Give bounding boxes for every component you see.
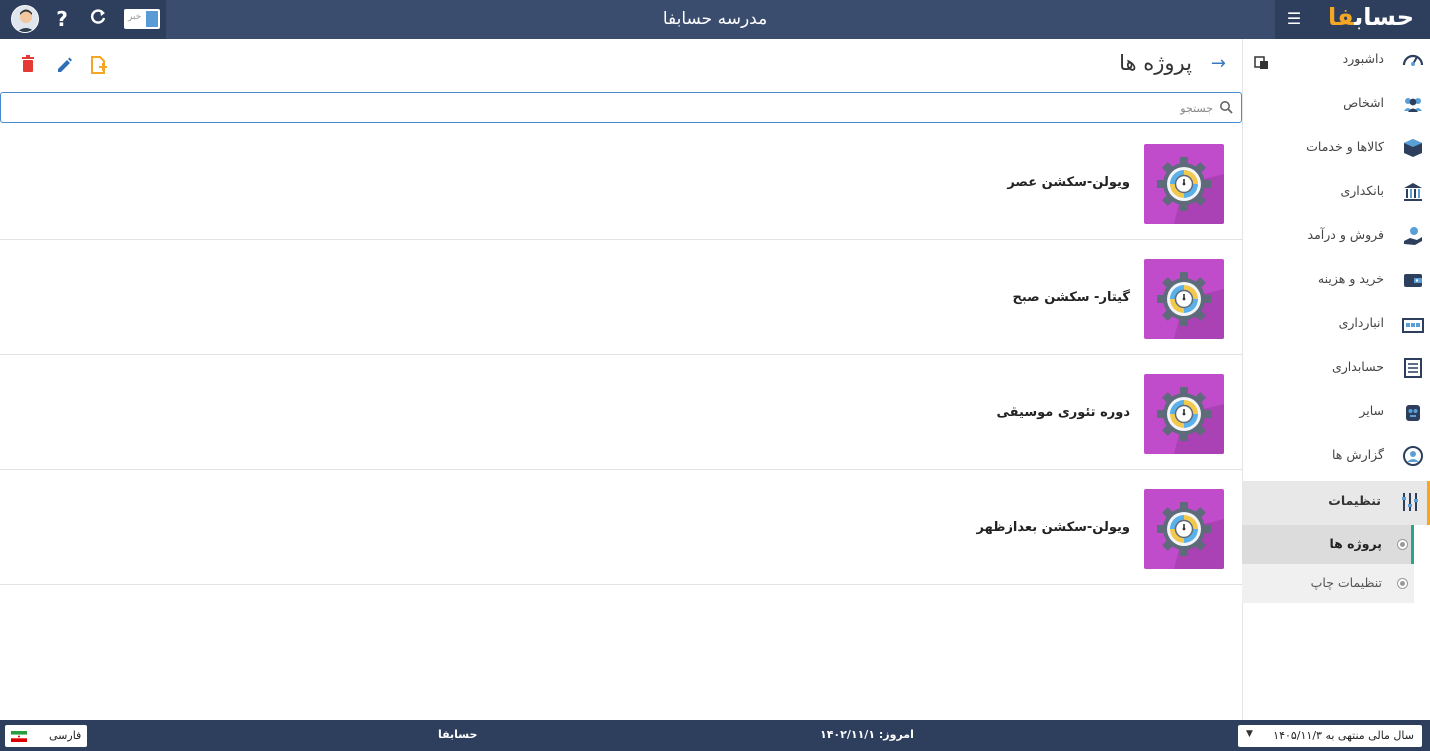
page-header: → پروژه ها: [0, 39, 1242, 91]
delete-icon[interactable]: [20, 55, 38, 75]
language-selector[interactable]: فارسی: [5, 725, 87, 747]
edit-icon[interactable]: [56, 55, 74, 75]
box-icon: [1400, 137, 1424, 161]
sidebar-item-label: گزارش ها: [1332, 447, 1384, 462]
submenu-item-projects[interactable]: پروژه ها: [1242, 525, 1414, 564]
project-gear-icon: [1144, 489, 1224, 569]
add-document-icon[interactable]: [90, 55, 108, 75]
sidebar-item-accounting[interactable]: حسابداری: [1242, 347, 1430, 391]
project-gear-icon: [1144, 144, 1224, 224]
sidebar-item-other[interactable]: سایر: [1242, 391, 1430, 435]
project-name: دوره تئوری موسیقی: [996, 405, 1131, 420]
sidebar-item-dashboard[interactable]: داشبورد: [1242, 39, 1430, 83]
list-item[interactable]: دوره تئوری موسیقی: [0, 355, 1242, 470]
sidebar-item-purchases-expenses[interactable]: خرید و هزینه: [1242, 259, 1430, 303]
sales-icon: [1400, 225, 1424, 249]
project-name: ویولن-سکشن عصر: [1007, 175, 1130, 190]
page-title: پروژه ها: [1119, 51, 1192, 75]
sidebar-item-label: داشبورد: [1342, 51, 1384, 66]
project-gear-icon: [1144, 374, 1224, 454]
project-name: ویولن-سکشن بعدازظهر: [976, 520, 1130, 535]
list-item[interactable]: ویولن-سکشن عصر: [0, 125, 1242, 240]
sidebar-item-label: بانکداری: [1340, 183, 1384, 198]
sidebar-item-label: خرید و هزینه: [1317, 271, 1384, 286]
app-logo[interactable]: حسابفا: [1328, 3, 1414, 31]
sidebar-item-settings[interactable]: تنظیمات: [1242, 481, 1430, 525]
sidebar-item-warehouse[interactable]: انبارداری: [1242, 303, 1430, 347]
sidebar-item-label: تنظیمات: [1328, 493, 1381, 508]
sidebar-item-reports[interactable]: گزارش ها: [1242, 435, 1430, 479]
submenu-item-print-settings[interactable]: تنظیمات چاپ: [1242, 564, 1414, 603]
report-icon: [1400, 445, 1424, 469]
bullet-icon: [1398, 540, 1407, 549]
today-date: امروز: ۱۴۰۲/۱۱/۱: [820, 728, 914, 741]
logo-accent: فا: [1327, 3, 1355, 31]
sidebar-item-label: کالاها و خدمات: [1306, 139, 1384, 154]
project-name: گیتار- سکشن صبح: [1012, 290, 1131, 305]
sidebar-item-banking[interactable]: بانکداری: [1242, 171, 1430, 215]
sidebar-item-label: انبارداری: [1338, 315, 1384, 330]
list-item[interactable]: ویولن-سکشن بعدازظهر: [0, 470, 1242, 585]
settings-submenu: پروژه ها تنظیمات چاپ: [1242, 525, 1414, 603]
bullet-icon: [1398, 579, 1407, 588]
language-label: فارسی: [49, 729, 82, 742]
submenu-item-label: تنظیمات چاپ: [1310, 575, 1382, 590]
dashboard-icon: [1400, 49, 1424, 73]
search-input[interactable]: [33, 98, 1213, 118]
logo-text: حساب: [1354, 3, 1414, 31]
sidebar-item-people[interactable]: اشخاص: [1242, 83, 1430, 127]
chevron-down-icon: ▼: [1246, 729, 1253, 739]
sidebar-item-sales-income[interactable]: فروش و درآمد: [1242, 215, 1430, 259]
sidebar-item-label: سایر: [1359, 403, 1384, 418]
warehouse-icon: [1400, 313, 1424, 337]
sidebar-item-products-services[interactable]: کالاها و خدمات: [1242, 127, 1430, 171]
list-item[interactable]: گیتار- سکشن صبح: [0, 240, 1242, 355]
top-bar: ? خبر مدرسه حسابفا حسابفا ☰: [0, 0, 1430, 39]
settings-sliders-icon: [1397, 491, 1421, 515]
iran-flag-icon: [11, 731, 27, 742]
people-icon: [1400, 93, 1424, 117]
company-title: مدرسه حسابفا: [662, 9, 768, 29]
submenu-item-label: پروژه ها: [1329, 536, 1382, 551]
bank-icon: [1400, 181, 1424, 205]
ledger-icon: [1400, 357, 1424, 381]
menu-toggle-icon[interactable]: ☰: [1285, 9, 1303, 29]
logo-area: حسابفا ☰: [1275, 0, 1430, 39]
search-icon: [1220, 101, 1233, 114]
fiscal-year-select[interactable]: سال مالی منتهی به ۱۴۰۵/۱۱/۳ ▼: [1238, 725, 1422, 747]
status-bar: فارسی حسابفا امروز: ۱۴۰۲/۱۱/۱ سال مالی م…: [0, 720, 1430, 751]
brand-link[interactable]: حسابفا: [438, 728, 477, 741]
fiscal-year-value: سال مالی منتهی به ۱۴۰۵/۱۱/۳: [1273, 729, 1414, 742]
wallet-icon: [1400, 269, 1424, 293]
sidebar: داشبورد اشخاص کالاها و خدمات بانکداری فروش و…: [1242, 39, 1430, 720]
project-gear-icon: [1144, 259, 1224, 339]
sidebar-item-label: حسابداری: [1331, 359, 1384, 374]
sidebar-item-label: اشخاص: [1343, 95, 1384, 110]
other-icon: [1400, 401, 1424, 425]
sidebar-item-label: فروش و درآمد: [1307, 227, 1384, 242]
search-box: [0, 92, 1242, 123]
back-arrow-icon[interactable]: →: [1211, 53, 1226, 74]
